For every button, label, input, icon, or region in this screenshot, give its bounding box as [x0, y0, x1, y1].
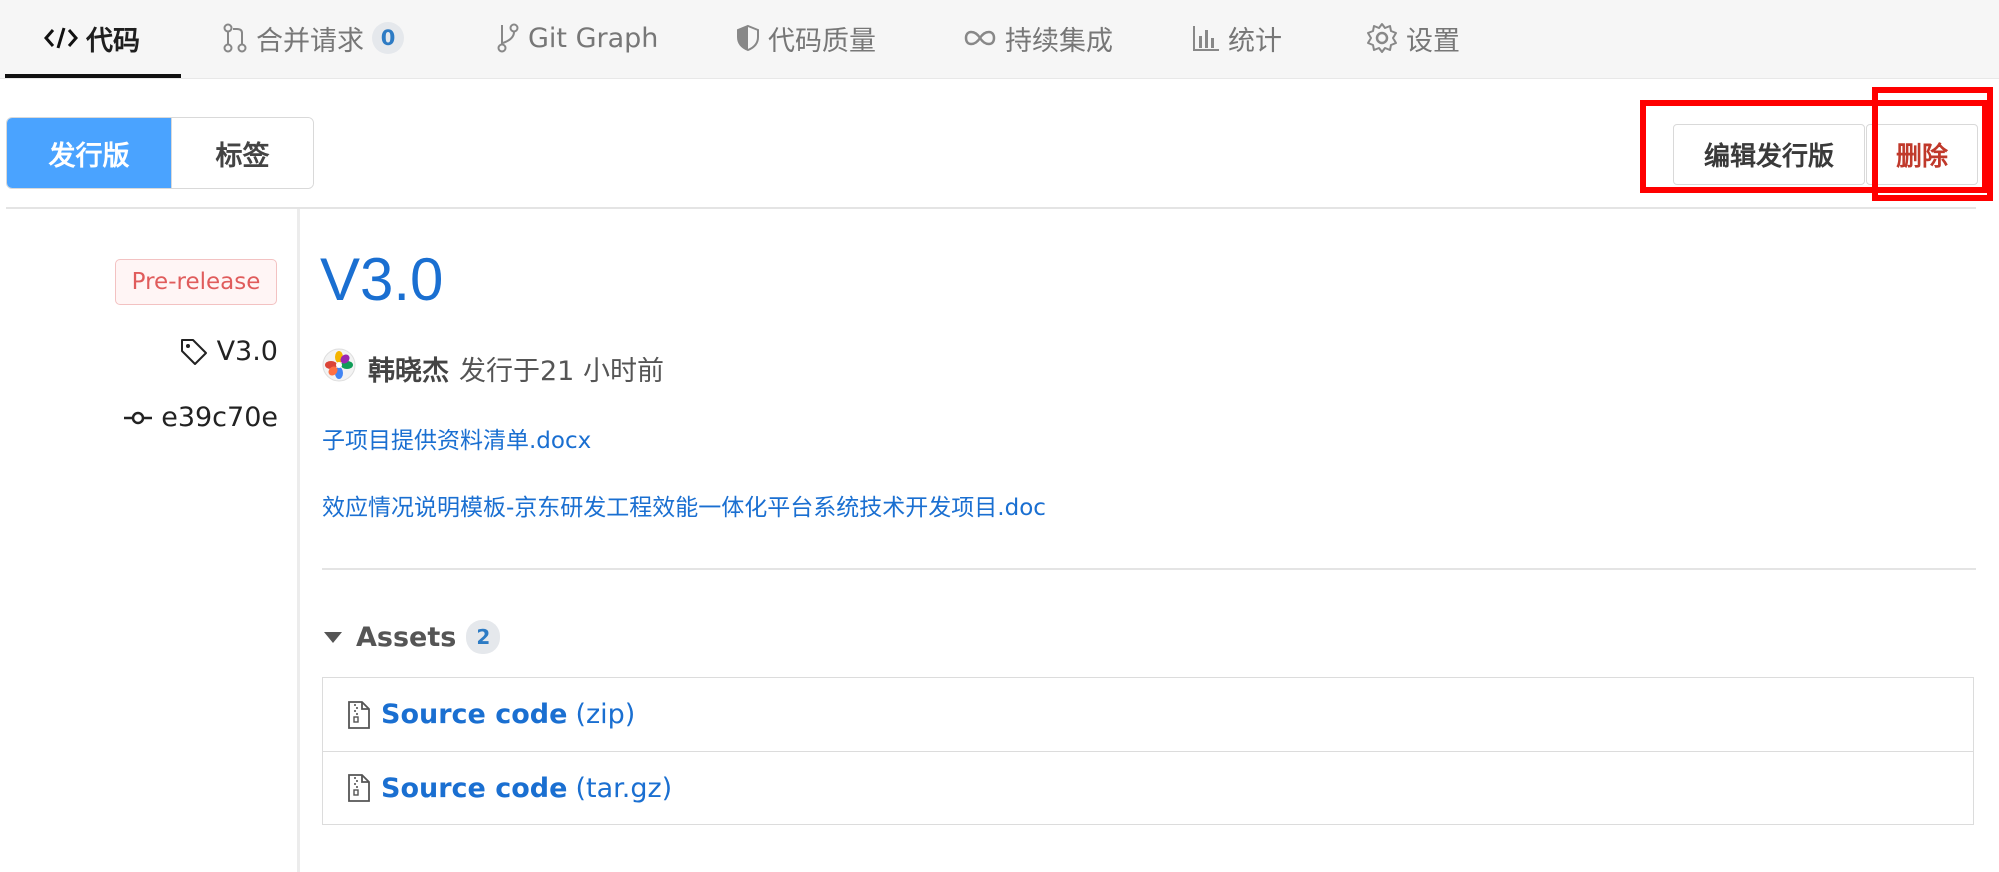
release-tag-link[interactable]: V3.0: [179, 336, 278, 367]
asset-type: (zip): [575, 699, 636, 730]
tags-tab-button[interactable]: 标签: [171, 118, 313, 188]
tab-settings[interactable]: 设置: [1366, 0, 1460, 76]
tab-code-quality-label: 代码质量: [768, 25, 876, 57]
bar-chart-icon: [1192, 24, 1220, 52]
commit-icon: [123, 408, 153, 428]
author-name[interactable]: 韩晓杰: [368, 349, 449, 388]
tab-git-graph-label: Git Graph: [528, 22, 659, 54]
release-author-row: 韩晓杰 发行于21 小时前: [322, 348, 664, 388]
tab-statistics[interactable]: 统计: [1192, 0, 1282, 76]
assets-heading: Assets: [356, 621, 457, 653]
merge-request-count-badge: 0: [372, 22, 404, 54]
tag-icon: [179, 337, 209, 367]
caret-down-icon: [324, 631, 342, 643]
published-time: 发行于21 小时前: [459, 355, 664, 387]
highlight-box-delete: [1872, 87, 1993, 201]
tab-code-quality[interactable]: 代码质量: [736, 0, 876, 76]
active-tab-indicator: [5, 74, 181, 78]
meta-column-divider: [297, 209, 300, 872]
asset-name: Source code: [381, 772, 568, 804]
asset-type: (tar.gz): [575, 772, 673, 804]
infinity-icon: [963, 27, 997, 49]
tab-ci[interactable]: 持续集成: [963, 0, 1113, 76]
tab-code[interactable]: 代码: [44, 0, 140, 76]
content-divider: [322, 568, 1976, 570]
avatar[interactable]: [322, 348, 356, 389]
release-title[interactable]: V3.0: [320, 245, 443, 314]
tab-merge-requests[interactable]: 合并请求 0: [222, 0, 404, 76]
shield-icon: [736, 24, 760, 52]
top-nav: 代码 合并请求 0 Git Graph 代码质量 持续集成 统计 设置: [0, 0, 1999, 79]
release-tag-label: V3.0: [216, 336, 278, 367]
git-branch-icon: [496, 23, 520, 53]
release-commit-link[interactable]: e39c70e: [123, 402, 278, 433]
tab-settings-label: 设置: [1406, 25, 1460, 57]
header-divider: [6, 207, 1976, 209]
gear-icon: [1366, 22, 1398, 54]
tab-ci-label: 持续集成: [1005, 25, 1113, 57]
releases-tab-button[interactable]: 发行版: [7, 118, 171, 188]
tab-statistics-label: 统计: [1228, 25, 1282, 57]
asset-row[interactable]: Source code (tar.gz): [323, 751, 1973, 824]
assets-list: Source code (zip) Source code (tar.gz): [322, 677, 1974, 825]
attachment-link[interactable]: 效应情况说明模板-京东研发工程效能一体化平台系统技术开发项目.doc: [322, 488, 1046, 522]
tab-merge-requests-label: 合并请求: [256, 25, 364, 57]
merge-request-icon: [222, 23, 248, 53]
attachment-link[interactable]: 子项目提供资料清单.docx: [322, 421, 591, 455]
prerelease-badge: Pre-release: [115, 259, 277, 305]
tab-code-label: 代码: [86, 25, 140, 57]
assets-count-badge: 2: [466, 620, 501, 654]
release-tag-switch: 发行版 标签: [6, 117, 314, 189]
code-icon: [44, 26, 78, 50]
asset-row[interactable]: Source code (zip): [323, 678, 1973, 751]
zip-file-icon: [347, 773, 371, 803]
zip-file-icon: [347, 700, 371, 730]
tab-git-graph[interactable]: Git Graph: [496, 0, 658, 76]
assets-toggle[interactable]: Assets 2: [324, 617, 501, 657]
release-commit-label: e39c70e: [161, 402, 278, 433]
asset-name: Source code: [381, 699, 568, 730]
